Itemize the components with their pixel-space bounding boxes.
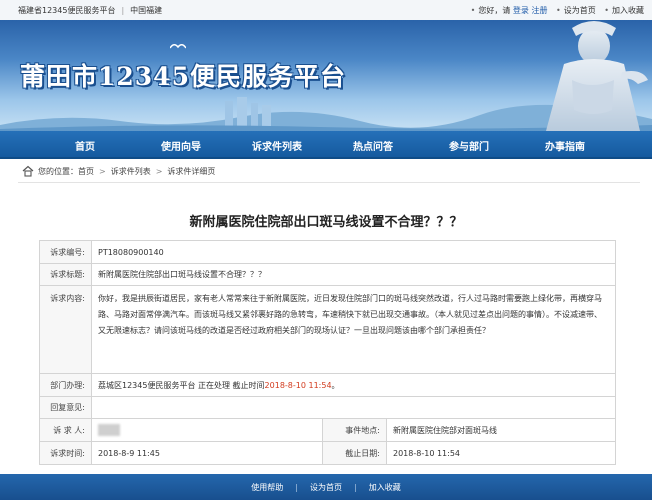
top-bar-right: • 您好，请 登录 注册 • 设为首页 • 加入收藏 <box>465 5 644 16</box>
time-label: 诉求时间: <box>39 441 92 465</box>
table-row: 诉求编号: PT18080900140 <box>39 240 616 264</box>
time-value: 2018-8-9 11:45 <box>91 441 323 465</box>
site-name-link[interactable]: 福建省12345便民服务平台 <box>18 6 115 15</box>
table-row: 诉求标题: 新附属医院住院部出口斑马线设置不合理？？？ <box>39 263 616 286</box>
footer: 使用帮助 | 设为首页 | 加入收藏 <box>0 474 652 500</box>
location-value: 新附属医院住院部对面斑马线 <box>386 418 616 442</box>
table-row: 诉求内容: 你好，我是拱辰街道居民，家有老人常常来往于新附属医院，近日发现住院部… <box>39 285 616 374</box>
register-link[interactable]: 注册 <box>531 6 547 15</box>
reply-value <box>91 396 616 419</box>
table-row: 诉求时间: 2018-8-9 11:45 截止日期: 2018-8-10 11:… <box>39 441 616 465</box>
location-label: 事件地点: <box>322 418 387 442</box>
redacted-name <box>98 424 120 436</box>
login-link[interactable]: 登录 <box>513 6 529 15</box>
bullet-icon: • <box>604 6 609 15</box>
top-bar: 福建省12345便民服务平台 | 中国福建 • 您好，请 登录 注册 • 设为首页 • 加… <box>0 0 652 21</box>
person-label: 诉 求 人: <box>39 418 92 442</box>
title-label: 诉求标题: <box>39 263 92 286</box>
dept-value: 荔城区12345便民服务平台 正在处理 截止时间2018-8-10 11:54。 <box>91 373 616 397</box>
nav-appeal-list[interactable]: 诉求件列表 <box>232 138 322 153</box>
nav-guide[interactable]: 使用向导 <box>136 138 226 153</box>
page-title: 新附属医院住院部出口斑马线设置不合理？？？ <box>189 215 463 230</box>
id-label: 诉求编号: <box>39 240 92 264</box>
dept-deadline: 2018-8-10 11:54 <box>264 380 332 390</box>
deadline-label: 截止日期: <box>322 441 387 465</box>
chevron-right-icon: > <box>99 167 106 176</box>
greeting-text: 您好，请 <box>478 6 511 15</box>
mazu-statue-image <box>546 21 648 131</box>
nav-hot-qa[interactable]: 热点问答 <box>328 138 418 153</box>
top-bar-left: 福建省12345便民服务平台 | 中国福建 <box>18 6 163 15</box>
footer-links: 使用帮助 | 设为首页 | 加入收藏 <box>251 483 401 492</box>
content-value: 你好，我是拱辰街道居民，家有老人常常来往于新附属医院，近日发现住院部门口的斑马线… <box>91 285 616 374</box>
dept-label: 部门办理: <box>39 373 92 397</box>
add-favorite-link[interactable]: 加入收藏 <box>612 6 644 15</box>
footer-set-home-link[interactable]: 设为首页 <box>310 483 342 492</box>
breadcrumb-home[interactable]: 首页 <box>78 167 94 176</box>
bullet-icon: • <box>556 6 561 15</box>
content-label: 诉求内容: <box>39 285 92 374</box>
appeal-detail-table: 诉求编号: PT18080900140 诉求标题: 新附属医院住院部出口斑马线设… <box>39 240 616 465</box>
person-value <box>91 418 323 442</box>
reply-label: 回复意见: <box>39 396 92 419</box>
home-icon <box>22 165 34 177</box>
nav-departments[interactable]: 参与部门 <box>424 138 514 153</box>
bullet-icon: • <box>470 6 476 15</box>
breadcrumb: 您的位置：首页 > 诉求件列表 > 诉求件详细页 <box>18 162 640 183</box>
nav-home[interactable]: 首页 <box>40 138 130 153</box>
set-home-link[interactable]: 设为首页 <box>564 6 596 15</box>
title-value: 新附属医院住院部出口斑马线设置不合理？？？ <box>91 263 616 286</box>
breadcrumb-text: 您的位置：首页 > 诉求件列表 > 诉求件详细页 <box>38 166 215 177</box>
footer-help-link[interactable]: 使用帮助 <box>251 483 283 492</box>
breadcrumb-list[interactable]: 诉求件列表 <box>111 167 151 176</box>
footer-add-favorite-link[interactable]: 加入收藏 <box>369 483 401 492</box>
id-value: PT18080900140 <box>91 240 616 264</box>
main-nav: 首页 使用向导 诉求件列表 热点问答 参与部门 办事指南 <box>0 131 652 159</box>
banner-title: 莆田市12345便民服务平台 <box>20 62 346 91</box>
table-row: 部门办理: 荔城区12345便民服务平台 正在处理 截止时间2018-8-10 … <box>39 373 616 397</box>
nav-service-guide[interactable]: 办事指南 <box>520 138 610 153</box>
breadcrumb-prefix: 您的位置： <box>38 167 78 176</box>
table-row: 回复意见: <box>39 396 616 419</box>
deadline-value: 2018-8-10 11:54 <box>386 441 616 465</box>
chevron-right-icon: > <box>155 167 163 176</box>
table-row: 诉 求 人: 事件地点: 新附属医院住院部对面斑马线 <box>39 418 616 442</box>
header-banner: 莆田市12345便民服务平台 <box>0 20 652 131</box>
dept-status-text: 荔城区12345便民服务平台 正在处理 截止时间 <box>98 380 265 390</box>
breadcrumb-current: 诉求件详细页 <box>167 167 216 176</box>
dept-end: 。 <box>331 380 340 390</box>
seagull-icon <box>170 44 186 49</box>
portal-link[interactable]: 中国福建 <box>130 6 162 15</box>
